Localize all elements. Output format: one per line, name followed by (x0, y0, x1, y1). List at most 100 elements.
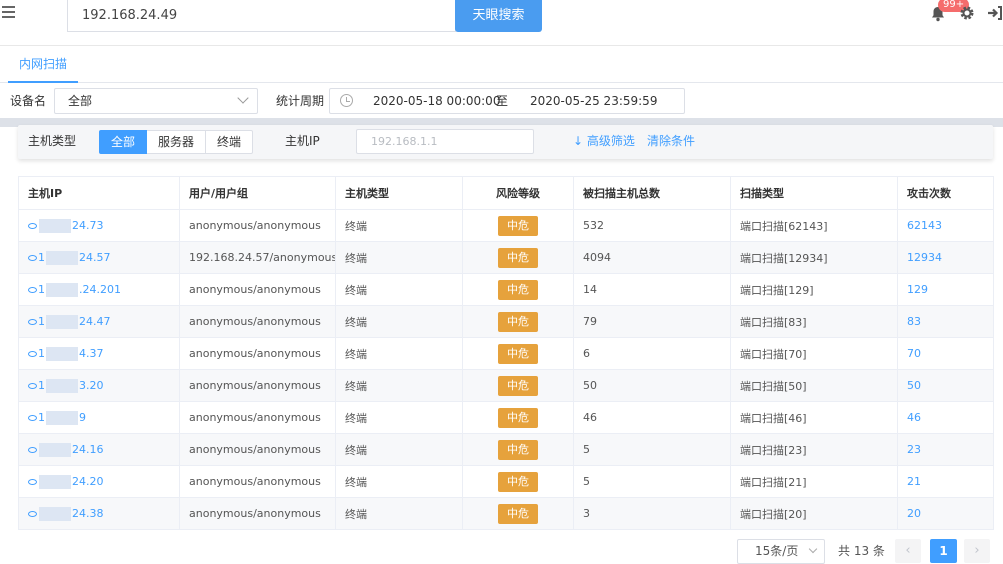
eye-icon[interactable] (28, 414, 37, 421)
attack-count-link[interactable]: 46 (897, 401, 994, 434)
host-ip-suffix[interactable]: .24.201 (79, 283, 121, 296)
eye-icon[interactable] (28, 510, 37, 517)
redacted-mask (46, 250, 78, 265)
eye-icon[interactable] (28, 222, 37, 229)
scan-type-cell: 端口扫描[46] (730, 401, 898, 434)
host-type-cell: 终端 (335, 209, 463, 242)
host-ip-prefix: 1 (38, 314, 45, 328)
host-ip-input[interactable]: 192.168.1.1 (356, 129, 534, 154)
chevron-down-icon (808, 544, 818, 554)
host-ip-cell[interactable]: 19 (18, 401, 180, 434)
host-ip-cell[interactable]: 1 3.20 (18, 369, 180, 402)
host-ip-cell[interactable]: 1 24.57 (18, 241, 180, 274)
host-ip-suffix[interactable]: 9 (79, 411, 86, 424)
page-size-value: 15条/页 (755, 544, 799, 558)
scan-type-cell: 端口扫描[12934] (730, 241, 898, 274)
host-ip-cell[interactable]: 1 .24.201 (18, 273, 180, 306)
user-cell: 192.168.24.57/anonymous (179, 241, 336, 274)
scanned-total-cell: 79 (573, 305, 731, 338)
search-box[interactable] (67, 0, 456, 32)
eye-icon[interactable] (28, 254, 37, 261)
tab-intranet-scan[interactable]: 内网扫描 (8, 47, 79, 83)
eye-icon[interactable] (28, 286, 37, 293)
host-type-cell: 终端 (335, 369, 463, 402)
redacted-mask (46, 282, 78, 297)
attack-count-link[interactable]: 129 (897, 273, 994, 306)
attack-count-link[interactable]: 62143 (897, 209, 994, 242)
device-select-value: 全部 (68, 94, 93, 108)
user-cell: anonymous/anonymous (179, 337, 336, 370)
date-end[interactable]: 2020-05-25 23:59:59 (530, 89, 657, 113)
advanced-filter-link[interactable]: ↓ 高级筛选 (573, 125, 635, 157)
scanned-total-cell: 46 (573, 401, 731, 434)
col-host-ip[interactable]: 主机IP (18, 176, 180, 210)
logout-icon[interactable] (987, 5, 1003, 21)
host-ip-cell[interactable]: 1 4.37 (18, 337, 180, 370)
attack-count-link[interactable]: 21 (897, 465, 994, 498)
total-count: 共 13 条 (838, 544, 885, 558)
col-attack-count[interactable]: 攻击次数 (897, 176, 994, 210)
scan-type-cell: 端口扫描[23] (730, 433, 898, 466)
host-ip-prefix: 1 (38, 410, 45, 424)
device-select[interactable]: 全部 (54, 88, 258, 114)
host-type-all[interactable]: 全部 (99, 130, 148, 154)
risk-cell: 中危 (462, 465, 574, 498)
host-ip-cell[interactable]: 1 24.47 (18, 305, 180, 338)
menu-icon[interactable] (2, 6, 18, 22)
host-ip-suffix[interactable]: 24.20 (72, 475, 104, 488)
redacted-mask (39, 442, 71, 457)
eye-icon[interactable] (28, 478, 37, 485)
eye-icon[interactable] (28, 446, 37, 453)
page-number-current[interactable]: 1 (930, 539, 957, 563)
host-ip-suffix[interactable]: 3.20 (79, 379, 104, 392)
host-ip-prefix: 1 (38, 282, 45, 296)
eye-icon[interactable] (28, 382, 37, 389)
host-ip-suffix[interactable]: 24.57 (79, 251, 111, 264)
attack-count-link[interactable]: 12934 (897, 241, 994, 274)
filter-row-primary: 设备名 全部 统计周期 2020-05-18 00:00:00 至 2020-0… (0, 84, 1003, 118)
search-button[interactable]: 天眼搜索 (455, 0, 542, 32)
user-cell: anonymous/anonymous (179, 433, 336, 466)
attack-count-link[interactable]: 23 (897, 433, 994, 466)
page-size-select[interactable]: 15条/页 (737, 539, 825, 564)
host-ip-cell[interactable]: 24.16 (18, 433, 180, 466)
scanned-total-cell: 5 (573, 433, 731, 466)
next-page-button[interactable]: › (964, 539, 990, 563)
clear-filter-link[interactable]: 清除条件 (647, 125, 695, 157)
scan-type-cell: 端口扫描[50] (730, 369, 898, 402)
user-cell: anonymous/anonymous (179, 401, 336, 434)
col-scan-type[interactable]: 扫描类型 (730, 176, 898, 210)
attack-count-link[interactable]: 20 (897, 497, 994, 530)
host-ip-suffix[interactable]: 24.16 (72, 443, 104, 456)
scan-type-cell: 端口扫描[21] (730, 465, 898, 498)
host-ip-cell[interactable]: 24.20 (18, 465, 180, 498)
attack-count-link[interactable]: 70 (897, 337, 994, 370)
col-host-type[interactable]: 主机类型 (335, 176, 463, 210)
search-input[interactable] (68, 0, 455, 30)
host-type-terminal[interactable]: 终端 (206, 130, 254, 154)
risk-badge: 中危 (498, 439, 538, 460)
prev-page-button[interactable]: ‹ (895, 539, 921, 563)
eye-icon[interactable] (28, 318, 37, 325)
attack-count-link[interactable]: 83 (897, 305, 994, 338)
host-ip-cell[interactable]: 24.38 (18, 497, 180, 530)
host-ip-cell[interactable]: 24.73 (18, 209, 180, 242)
risk-cell: 中危 (462, 497, 574, 530)
date-range-picker[interactable]: 2020-05-18 00:00:00 至 2020-05-25 23:59:5… (329, 88, 685, 114)
date-start[interactable]: 2020-05-18 00:00:00 (373, 89, 500, 113)
host-type-server[interactable]: 服务器 (147, 130, 207, 154)
host-type-cell: 终端 (335, 241, 463, 274)
host-ip-suffix[interactable]: 24.38 (72, 507, 104, 520)
col-scanned-hosts[interactable]: 被扫描主机总数 (573, 176, 731, 210)
eye-icon[interactable] (28, 350, 37, 357)
col-risk-level[interactable]: 风险等级 (462, 176, 574, 210)
user-cell: anonymous/anonymous (179, 465, 336, 498)
attack-count-link[interactable]: 50 (897, 369, 994, 402)
col-user-group[interactable]: 用户/用户组 (179, 176, 336, 210)
host-ip-suffix[interactable]: 4.37 (79, 347, 104, 360)
host-ip-suffix[interactable]: 24.47 (79, 315, 111, 328)
scan-type-cell: 端口扫描[20] (730, 497, 898, 530)
gear-icon[interactable] (959, 5, 975, 21)
risk-badge: 中危 (498, 247, 538, 268)
host-ip-suffix[interactable]: 24.73 (72, 219, 104, 232)
